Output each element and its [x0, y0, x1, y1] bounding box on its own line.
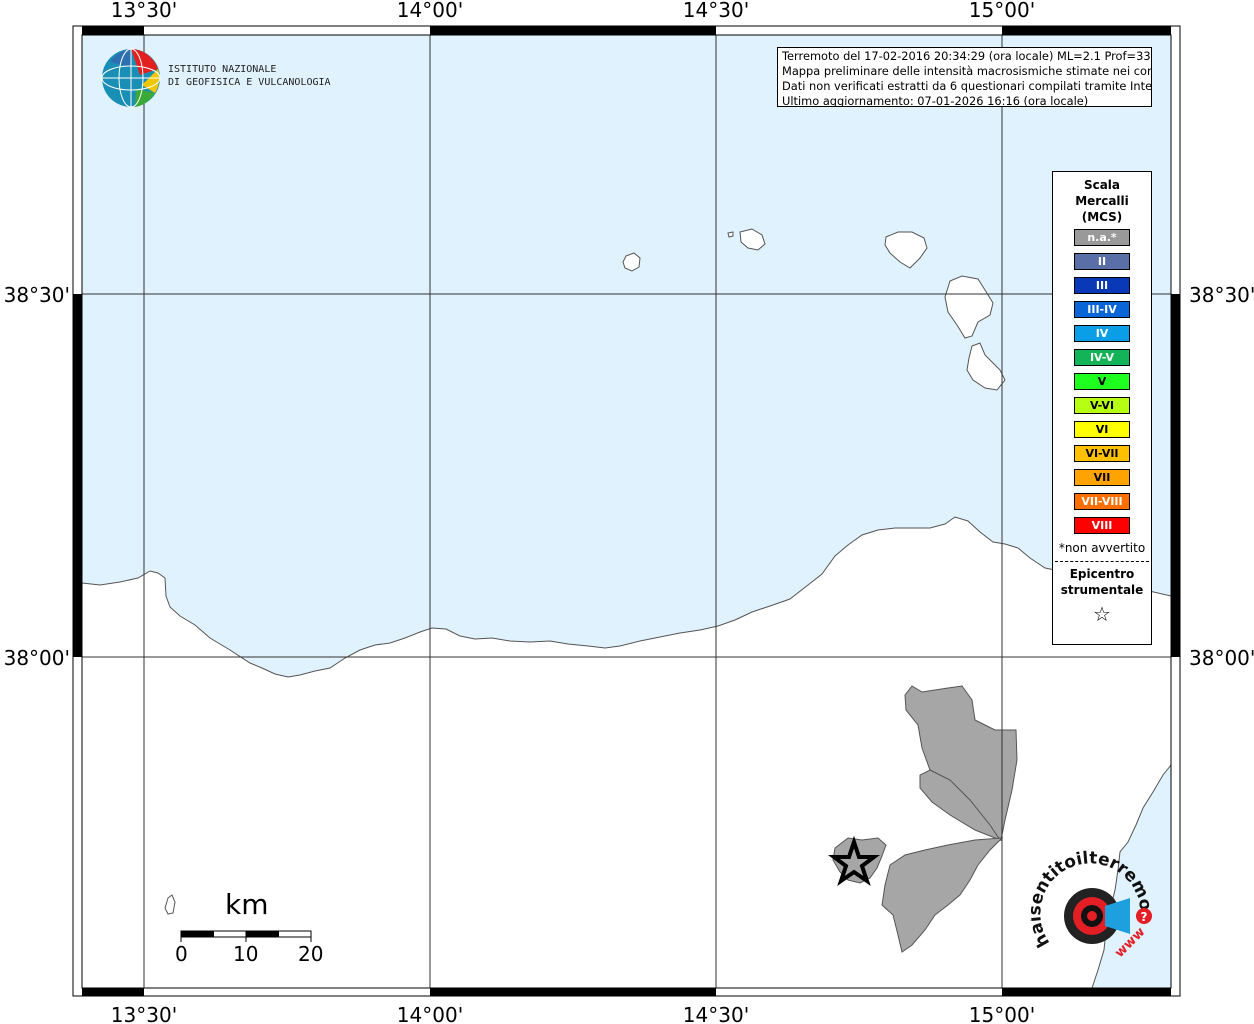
legend-item: VI-VII	[1074, 445, 1130, 462]
right-label-3800: 38°00'	[1189, 646, 1254, 670]
left-label-3800: 38°00'	[4, 646, 70, 670]
event-info-line4: Ultimo aggiornamento: 07-01-2026 16:16 (…	[782, 94, 1089, 107]
legend-item: V	[1074, 373, 1130, 390]
ingv-name-line2: DI GEOFISICA E VULCANOLOGIA	[168, 77, 331, 88]
event-info-line2: Mappa preliminare delle intensità macros…	[782, 64, 1152, 78]
hsi-logo[interactable]: haisentitoilterremoto.it ? www	[1024, 833, 1160, 978]
legend-item: V-VI	[1074, 397, 1130, 414]
top-label-1500: 15°00'	[969, 0, 1035, 22]
legend-items: n.a.* II III III-IV IV IV-V V V-VI VI VI-VII VII VI…	[1053, 229, 1151, 534]
scale-tick-20: 20	[298, 942, 324, 966]
bottom-label-1500: 15°00'	[969, 1003, 1035, 1024]
ingv-logo: ISTITUTO NAZIONALE DI GEOFISICA E VULCAN…	[100, 47, 331, 109]
bottom-label-1430: 14°30'	[683, 1003, 749, 1024]
legend-title-line1: Scala	[1083, 178, 1121, 192]
legend-epicenter-line1: Epicentro	[1069, 567, 1135, 581]
legend-title: Scala Mercalli (MCS)	[1053, 177, 1151, 225]
event-info-line3: Dati non verificati estratti da 6 questi…	[782, 79, 1152, 93]
legend-item: III-IV	[1074, 301, 1130, 318]
left-label-3830: 38°30'	[4, 283, 70, 307]
legend-item: IV-V	[1074, 349, 1130, 366]
mcs-legend: Scala Mercalli (MCS) n.a.* II III III-IV IV I…	[1052, 171, 1152, 645]
scale-tick-10: 10	[233, 942, 259, 966]
legend-star-icon: ☆	[1093, 602, 1111, 626]
legend-note: *non avvertito	[1058, 541, 1146, 555]
bottom-label-1400: 14°00'	[397, 1003, 463, 1024]
scale-unit: km	[225, 888, 269, 921]
scale-bar-graphic	[180, 930, 312, 942]
legend-epicenter-line2: strumentale	[1060, 583, 1144, 597]
ingv-globe-icon	[101, 48, 161, 108]
legend-item: VII	[1074, 469, 1130, 486]
legend-item: VIII	[1074, 517, 1130, 534]
legend-item: VII-VIII	[1074, 493, 1130, 510]
legend-item: IV	[1074, 325, 1130, 342]
legend-title-line3: (MCS)	[1081, 210, 1123, 224]
right-label-3830: 38°30'	[1189, 283, 1254, 307]
event-info-line1: Terremoto del 17-02-2016 20:34:29 (ora l…	[782, 49, 1152, 63]
legend-item: n.a.*	[1074, 229, 1130, 246]
legend-item: VI	[1074, 421, 1130, 438]
ingv-name-line1: ISTITUTO NAZIONALE	[168, 64, 277, 75]
legend-item: II	[1074, 253, 1130, 270]
island-filicudi-rock	[727, 231, 734, 238]
legend-separator	[1055, 561, 1149, 562]
scale-bar: km 0 10 20	[160, 888, 360, 968]
hsi-logo-graphic: haisentitoilterremoto.it ? www	[1024, 833, 1155, 961]
legend-item: III	[1074, 277, 1130, 294]
scale-tick-0: 0	[175, 942, 188, 966]
event-info-box: Terremoto del 17-02-2016 20:34:29 (ora l…	[777, 47, 1152, 107]
top-label-1430: 14°30'	[683, 0, 749, 22]
legend-epicenter-title: Epicentro strumentale	[1053, 566, 1151, 598]
hsi-question-icon: ?	[1141, 910, 1148, 924]
hsi-www-text: www	[1112, 925, 1148, 961]
legend-title-line2: Mercalli	[1075, 194, 1129, 208]
top-label-1330: 13°30'	[111, 0, 177, 22]
top-label-1400: 14°00'	[397, 0, 463, 22]
bottom-label-1330: 13°30'	[111, 1003, 177, 1024]
